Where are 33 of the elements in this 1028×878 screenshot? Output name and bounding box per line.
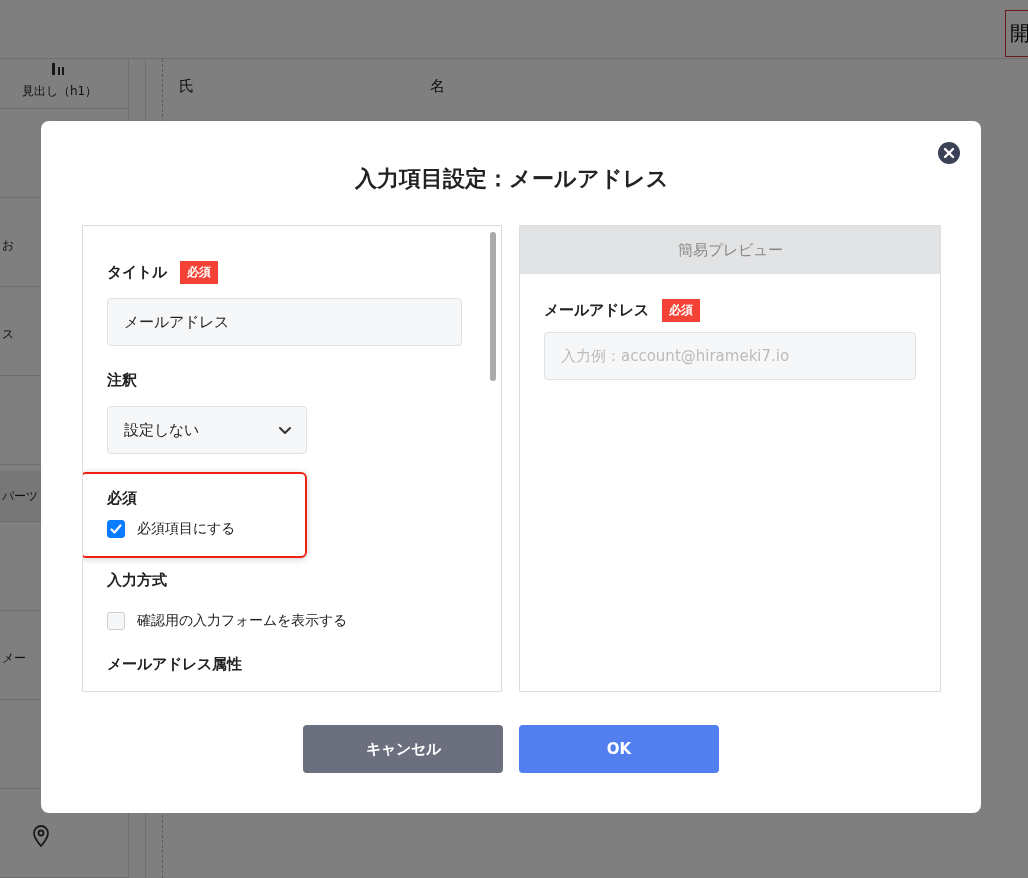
checkbox[interactable] — [107, 612, 125, 630]
field-label: 名 — [430, 77, 445, 96]
field-label: メールアドレス — [544, 300, 649, 320]
scrollbar-thumb[interactable] — [490, 232, 496, 381]
email-input[interactable]: 入力例：account@hirameki7.io — [544, 332, 916, 380]
required-badge: 必須 — [180, 260, 218, 284]
checkbox-label: 確認用の入力フォームを表示する — [137, 612, 347, 630]
checkbox-label: 必須項目にする — [137, 520, 235, 538]
modal-title: 入力項目設定：メールアドレス — [353, 165, 670, 193]
section-heading: メールアドレス属性 — [107, 654, 242, 674]
field-label: 入力方式 — [107, 570, 167, 590]
field-label: 注釈 — [107, 370, 137, 390]
preview-header: 簡易プレビュー — [520, 226, 940, 274]
sidebar-label: パーツ — [2, 487, 38, 505]
ok-button[interactable]: OK — [519, 725, 719, 773]
title-input[interactable]: メールアドレス — [107, 298, 462, 346]
location-pin-icon — [32, 825, 50, 847]
note-select[interactable]: 設定しない — [107, 406, 307, 454]
field-label: 氏 — [179, 77, 194, 96]
sidebar-label: ス — [2, 325, 14, 343]
field-label: タイトル — [107, 262, 167, 282]
cancel-button[interactable]: キャンセル — [303, 725, 503, 773]
close-icon[interactable] — [938, 142, 960, 164]
field-label: 必須 — [107, 488, 137, 508]
sidebar-item[interactable]: 見出し（h1） — [0, 59, 128, 109]
heading-icon — [52, 63, 64, 75]
sidebar-label: 見出し（h1） — [22, 83, 98, 100]
chevron-down-icon — [278, 425, 292, 435]
sidebar-label: メー — [2, 649, 26, 667]
sidebar-label: お — [2, 236, 14, 254]
checkbox[interactable] — [107, 520, 125, 538]
header-button[interactable]: 開 — [1005, 10, 1028, 57]
required-badge: 必須 — [662, 298, 700, 322]
